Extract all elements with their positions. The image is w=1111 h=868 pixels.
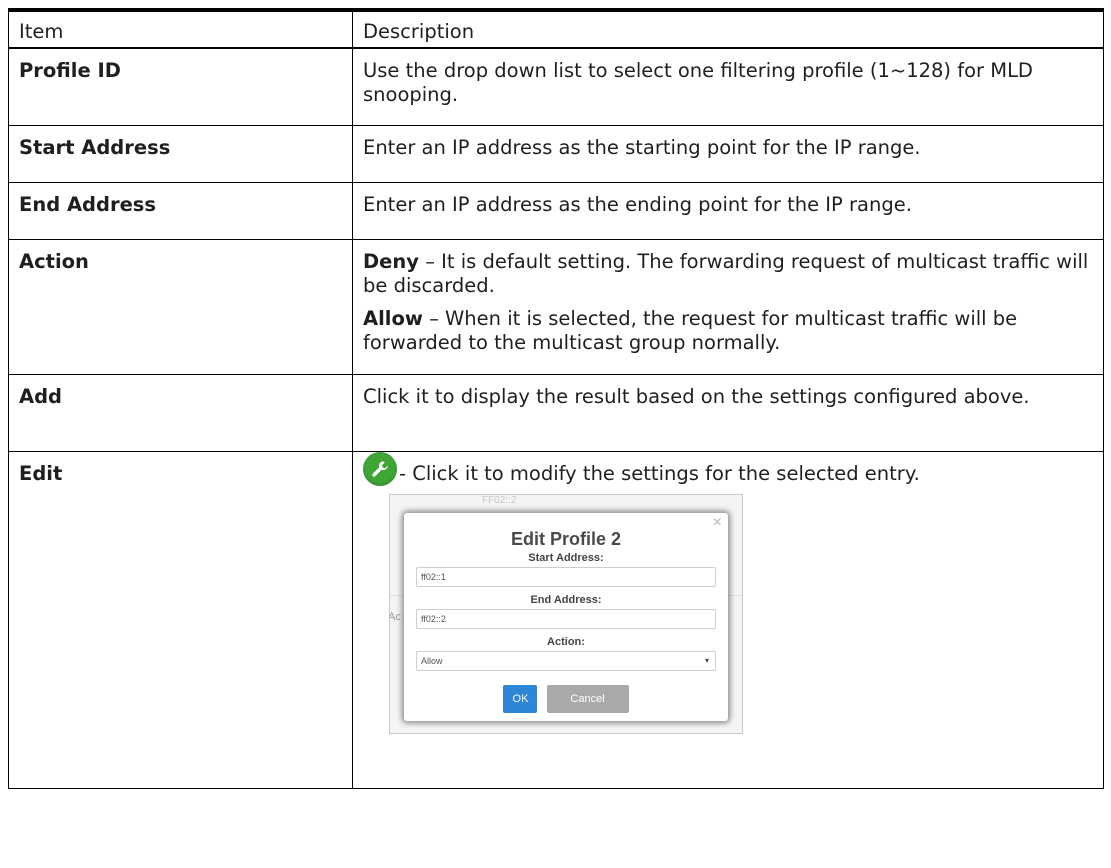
end-address-input[interactable]: ff02::2 (416, 609, 716, 629)
table-row: Edit - Click it to modify the settings f… (8, 451, 1104, 789)
wrench-icon (363, 452, 397, 486)
allow-term: Allow (363, 307, 423, 330)
table-row: Profile ID Use the drop down list to sel… (8, 47, 1104, 126)
description-edit: - Click it to modify the settings for th… (352, 451, 1104, 789)
background-fragment: Ac (389, 611, 401, 623)
edit-profile-dialog: × Edit Profile 2 Start Address: ff02::1 … (404, 513, 728, 721)
item-add: Add (8, 374, 353, 452)
table-row: End Address Enter an IP address as the e… (8, 182, 1104, 240)
allow-text: – When it is selected, the request for m… (363, 307, 1018, 354)
close-icon[interactable]: × (713, 515, 722, 531)
table-row: Start Address Enter an IP address as the… (8, 125, 1104, 183)
description-profile-id: Use the drop down list to select one fil… (352, 47, 1104, 126)
end-address-label: End Address: (530, 594, 602, 606)
item-start-address: Start Address (8, 125, 353, 183)
deny-paragraph: Deny – It is default setting. The forwar… (363, 250, 1093, 298)
deny-term: Deny (363, 250, 420, 273)
description-column-header: Description (352, 9, 1104, 49)
item-edit: Edit (8, 451, 353, 789)
dialog-buttons: OK Cancel (404, 685, 728, 713)
action-select[interactable]: Allow ▾ (416, 651, 716, 671)
table-row: Add Click it to display the result based… (8, 374, 1104, 452)
allow-paragraph: Allow – When it is selected, the request… (363, 307, 1093, 355)
action-select-value: Allow (421, 656, 443, 666)
dialog-title: Edit Profile 2 (510, 529, 622, 549)
start-address-label: Start Address: (528, 552, 604, 564)
item-profile-id: Profile ID (8, 47, 353, 126)
description-end-address: Enter an IP address as the ending point … (352, 182, 1104, 240)
edit-dialog-screenshot: FF02::2 Ac × Edit Profile 2 Start Addres… (389, 494, 743, 734)
item-action: Action (8, 239, 353, 375)
edit-line: - Click it to modify the settings for th… (363, 452, 1093, 486)
description-start-address: Enter an IP address as the starting poin… (352, 125, 1104, 183)
action-label: Action: (547, 636, 585, 648)
edit-description-text: - Click it to modify the settings for th… (399, 462, 920, 485)
chevron-down-icon: ▾ (704, 656, 709, 665)
description-add: Click it to display the result based on … (352, 374, 1104, 452)
item-end-address: End Address (8, 182, 353, 240)
table-row: Action Deny – It is default setting. The… (8, 239, 1104, 375)
description-action: Deny – It is default setting. The forwar… (352, 239, 1104, 375)
cancel-button[interactable]: Cancel (546, 685, 629, 713)
start-address-input[interactable]: ff02::1 (416, 567, 716, 587)
deny-text: – It is default setting. The forwarding … (363, 250, 1089, 297)
description-table: Item Description Profile ID Use the drop… (8, 8, 1104, 789)
ok-button[interactable]: OK (503, 685, 538, 713)
background-label: FF02::2 (482, 495, 517, 506)
item-column-header: Item (8, 9, 353, 49)
table-header-row: Item Description (8, 9, 1104, 49)
